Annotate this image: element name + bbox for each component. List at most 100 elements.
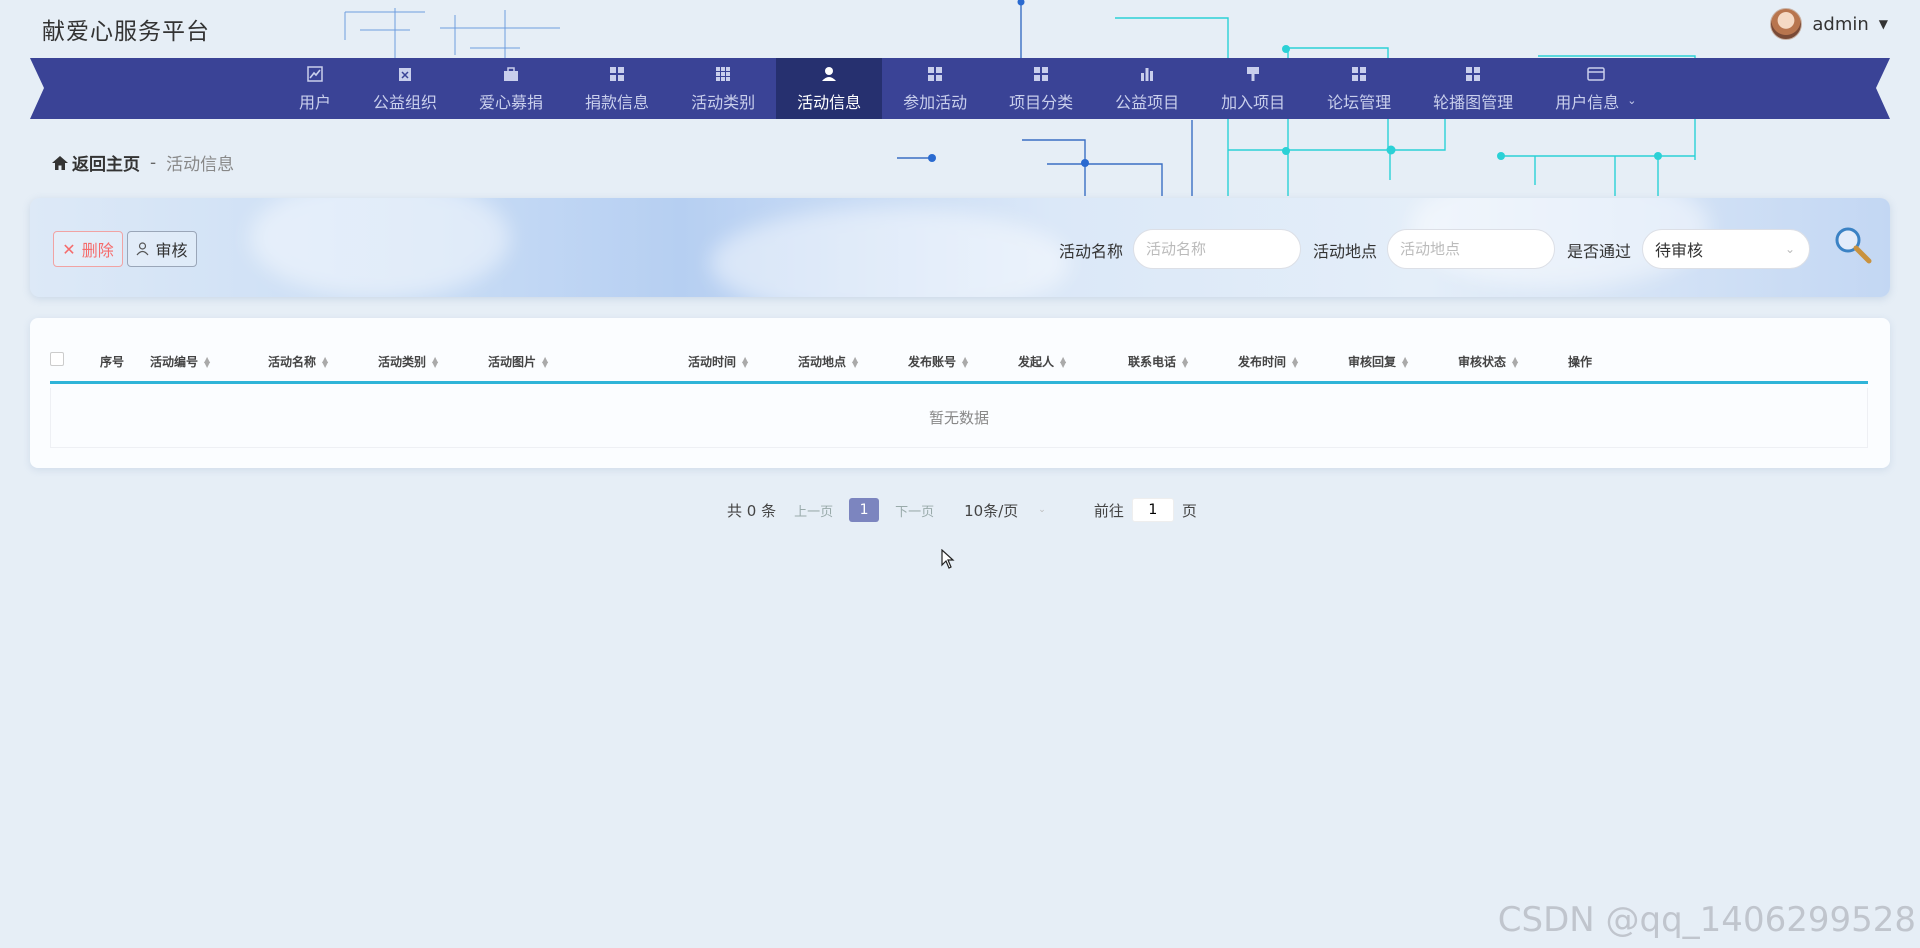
- breadcrumb: 返回主页 - 活动信息: [52, 150, 234, 175]
- breadcrumb-separator: -: [150, 152, 157, 173]
- nav-item-label: 参加活动: [903, 92, 968, 112]
- sort-icon[interactable]: ▲ ▼: [962, 355, 968, 368]
- mouse-cursor-icon: [941, 549, 955, 569]
- nav-item-label: 用户信息: [1555, 92, 1620, 112]
- sort-icon[interactable]: ▲ ▼: [204, 355, 210, 368]
- next-page-button[interactable]: 下一页: [895, 501, 934, 520]
- search-icon[interactable]: [1833, 225, 1873, 265]
- page-size-select[interactable]: 10条/页 ⌄: [964, 500, 1046, 521]
- nav-item-label: 爱心募捐: [479, 92, 544, 112]
- breadcrumb-home-label: 返回主页: [72, 155, 140, 175]
- caret-down-icon: ▼: [1878, 17, 1888, 31]
- nav-item-forum[interactable]: 论坛管理: [1306, 58, 1412, 119]
- person-icon: [820, 65, 838, 83]
- close-icon: ✕: [62, 239, 76, 259]
- page-size-value: 10条/页: [964, 501, 1019, 520]
- cloud-decoration: [250, 198, 510, 297]
- nav-item-donation-drive[interactable]: 爱心募捐: [458, 58, 564, 119]
- nav-item-join-activity[interactable]: 参加活动: [882, 58, 988, 119]
- column-header[interactable]: 发起人 ▲ ▼: [1018, 353, 1066, 370]
- sort-icon[interactable]: ▲ ▼: [1292, 355, 1298, 368]
- bar-chart-icon: [1138, 65, 1156, 83]
- card-icon: [1587, 65, 1605, 83]
- breadcrumb-home-link[interactable]: 返回主页: [52, 150, 140, 175]
- data-table: 序号 活动编号 ▲ ▼ 活动名称 ▲ ▼ 活动类别 ▲ ▼ 活动图片 ▲ ▼ 活动时间 ▲ ▼ 活动…: [30, 318, 1890, 468]
- delete-button[interactable]: ✕ 删除: [53, 231, 123, 267]
- sort-icon[interactable]: ▲ ▼: [322, 355, 328, 368]
- nav-item-label: 公益组织: [373, 92, 438, 112]
- nav-item-label: 活动类别: [691, 92, 756, 112]
- dots-grid-icon: [714, 65, 732, 83]
- pass-status-value: 待审核: [1655, 241, 1704, 260]
- nav-item-users[interactable]: 用户: [278, 58, 352, 119]
- grid-icon: [1464, 65, 1482, 83]
- column-header[interactable]: 活动编号 ▲ ▼: [150, 353, 210, 370]
- column-header[interactable]: 审核状态 ▲ ▼: [1458, 353, 1518, 370]
- sort-icon[interactable]: ▲ ▼: [852, 355, 858, 368]
- sort-icon[interactable]: ▲ ▼: [1060, 355, 1066, 368]
- nav-item-donation-info[interactable]: 捐款信息: [564, 58, 670, 119]
- activity-name-input[interactable]: [1133, 229, 1301, 269]
- column-header[interactable]: 活动名称 ▲ ▼: [268, 353, 328, 370]
- nav-item-project-category[interactable]: 项目分类: [988, 58, 1094, 119]
- nav-item-label: 项目分类: [1009, 92, 1074, 112]
- audit-button[interactable]: 审核: [127, 231, 197, 267]
- table-header: 序号 活动编号 ▲ ▼ 活动名称 ▲ ▼ 活动类别 ▲ ▼ 活动图片 ▲ ▼ 活动时间 ▲ ▼ 活动…: [50, 336, 1868, 384]
- avatar: [1770, 8, 1803, 40]
- search-panel: ✕ 删除 审核 活动名称 活动地点 是否通过 待审核 ⌄: [30, 198, 1890, 297]
- goto-page-input[interactable]: [1131, 498, 1174, 522]
- sort-icon[interactable]: ▲ ▼: [1402, 355, 1408, 368]
- sort-icon[interactable]: ▲ ▼: [542, 355, 548, 368]
- site-title: 献爱心服务平台: [42, 19, 210, 45]
- column-header[interactable]: 活动类别 ▲ ▼: [378, 353, 438, 370]
- nav-item-label: 公益项目: [1115, 92, 1180, 112]
- nav-item-user-info[interactable]: 用户信息 ⌄: [1534, 58, 1657, 119]
- select-all-checkbox[interactable]: [50, 352, 64, 366]
- nav-item-label: 活动信息: [797, 92, 862, 112]
- empty-table-message: 暂无数据: [50, 388, 1868, 448]
- chevron-down-icon: ⌄: [1627, 94, 1637, 107]
- grid-icon: [1032, 65, 1050, 83]
- column-header[interactable]: 活动地点 ▲ ▼: [798, 353, 858, 370]
- activity-place-input[interactable]: [1387, 229, 1555, 269]
- nav-item-join-project[interactable]: 加入项目: [1200, 58, 1306, 119]
- column-header[interactable]: 联系电话 ▲ ▼: [1128, 353, 1188, 370]
- sort-icon[interactable]: ▲ ▼: [432, 355, 438, 368]
- sort-icon[interactable]: ▲ ▼: [1512, 355, 1518, 368]
- prev-page-button[interactable]: 上一页: [794, 501, 833, 520]
- briefcase-icon: [502, 65, 520, 83]
- pass-status-label: 是否通过: [1567, 242, 1632, 261]
- nav-item-label: 捐款信息: [585, 92, 650, 112]
- page-jumper: 前往 页: [1094, 498, 1197, 522]
- column-header[interactable]: 活动时间 ▲ ▼: [688, 353, 748, 370]
- activity-place-label: 活动地点: [1313, 242, 1378, 261]
- delete-button-label: 删除: [81, 241, 114, 260]
- nav-item-label: 用户: [299, 92, 332, 112]
- grid-icon: [608, 65, 626, 83]
- nav-item-activity-info[interactable]: 活动信息: [776, 58, 883, 119]
- nav-ribbon-left: [30, 58, 44, 119]
- page-number-button[interactable]: 1: [849, 498, 880, 522]
- nav-item-charity-project[interactable]: 公益项目: [1094, 58, 1200, 119]
- cloud-decoration: [710, 208, 1070, 297]
- pagination-total: 共 0 条: [727, 501, 777, 520]
- column-header: 操作: [1568, 355, 1593, 369]
- chevron-down-icon: ⌄: [1038, 505, 1046, 515]
- pass-status-select[interactable]: 待审核 ⌄: [1642, 229, 1810, 269]
- sort-icon[interactable]: ▲ ▼: [742, 355, 748, 368]
- chevron-down-icon: ⌄: [1784, 242, 1795, 256]
- nav-item-activity-category[interactable]: 活动类别: [670, 58, 776, 119]
- nav-item-label: 论坛管理: [1327, 92, 1392, 112]
- watermark: CSDN @qq_1406299528: [1497, 900, 1916, 940]
- nav-item-carousel[interactable]: 轮播图管理: [1412, 58, 1534, 119]
- user-menu[interactable]: admin ▼: [1770, 8, 1888, 40]
- user-name: admin: [1812, 13, 1869, 35]
- column-header[interactable]: 活动图片 ▲ ▼: [488, 353, 548, 370]
- breadcrumb-current: 活动信息: [166, 155, 235, 175]
- sort-icon[interactable]: ▲ ▼: [1182, 355, 1188, 368]
- activity-name-label: 活动名称: [1059, 242, 1124, 261]
- column-header[interactable]: 发布账号 ▲ ▼: [908, 353, 968, 370]
- nav-item-charity-org[interactable]: 公益组织: [352, 58, 458, 119]
- column-header[interactable]: 审核回复 ▲ ▼: [1348, 353, 1408, 370]
- column-header[interactable]: 发布时间 ▲ ▼: [1238, 353, 1298, 370]
